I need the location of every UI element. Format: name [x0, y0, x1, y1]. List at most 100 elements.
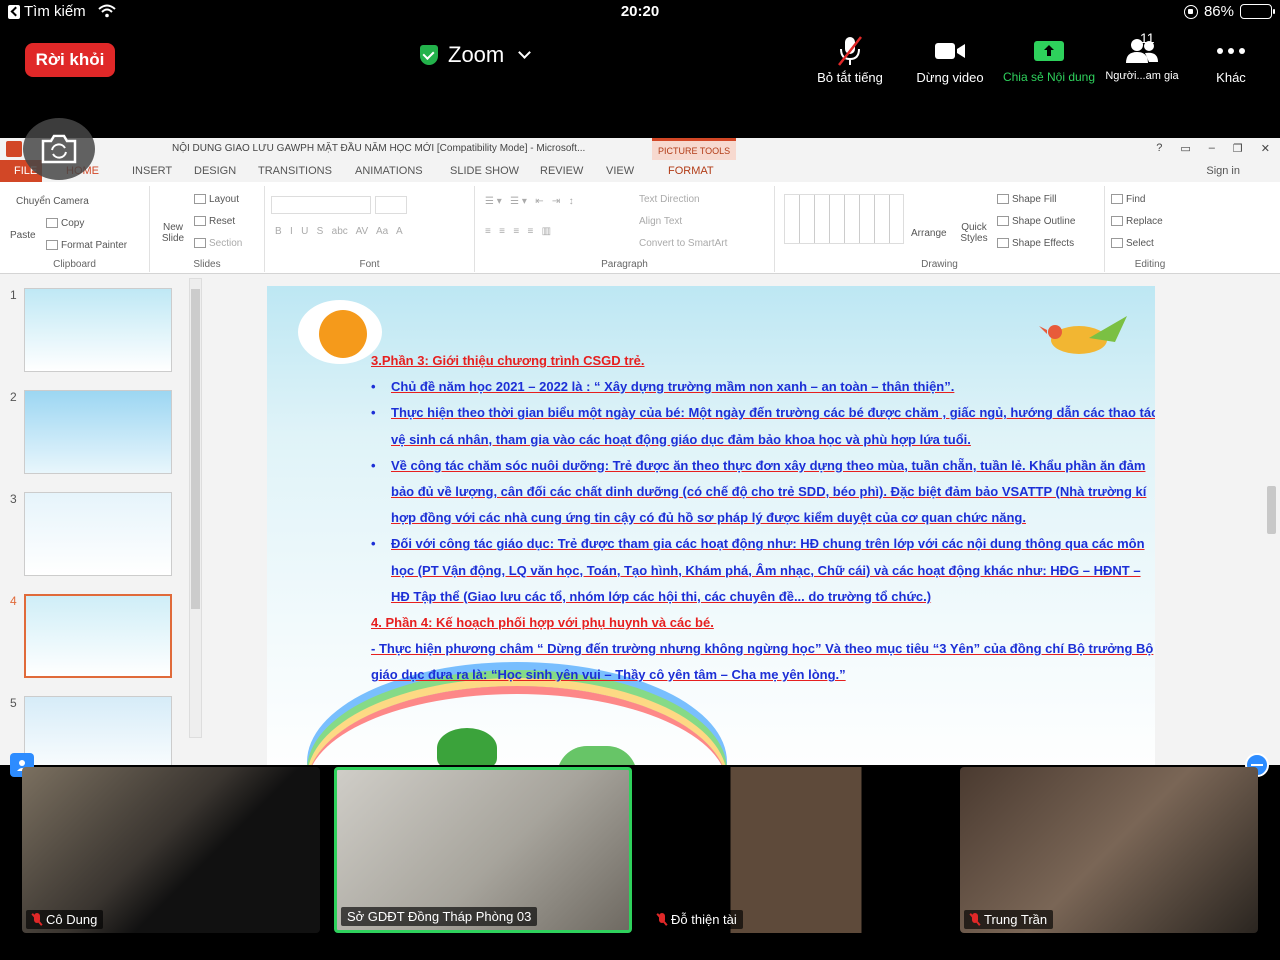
arrange-button[interactable]: Arrange [911, 228, 947, 239]
clock: 20:20 [620, 3, 660, 20]
powerpoint-logo-icon [6, 141, 22, 157]
convert-smartart-button[interactable]: Convert to SmartArt [639, 238, 727, 249]
participant-name: Trung Trần [984, 912, 1048, 927]
restore-icon[interactable]: ❐ [1233, 142, 1243, 155]
participant-name-tag: Trung Trần [964, 910, 1054, 929]
video-camera-icon [935, 43, 965, 59]
text-direction-button[interactable]: Text Direction [639, 194, 700, 205]
close-icon[interactable]: ✕ [1261, 142, 1270, 155]
slide-thumbnail-4[interactable] [24, 594, 172, 678]
mic-muted-icon [970, 913, 980, 926]
stop-video-button[interactable]: Dừng video [908, 34, 992, 85]
font-group-name: Font [359, 259, 380, 270]
tree-illustration [437, 728, 497, 765]
slide-bullet: Thực hiện theo thời gian biểu một ngày c… [371, 400, 1155, 452]
thumbnail-scrollbar[interactable] [189, 278, 202, 738]
camera-switch-icon [41, 134, 77, 164]
help-icon[interactable]: ? [1156, 142, 1162, 155]
video-tile-3[interactable]: Đỗ thiện tài [647, 767, 945, 933]
find-button[interactable]: Find [1111, 194, 1145, 205]
reset-icon [194, 216, 206, 227]
minimize-icon[interactable]: – [1209, 142, 1215, 155]
tab-animations[interactable]: ANIMATIONS [355, 165, 423, 177]
share-content-button[interactable]: Chia sẻ Nội dung [996, 34, 1102, 84]
slide-thumbnail-5[interactable] [24, 696, 172, 765]
toolbar-spacer [0, 92, 1280, 138]
font-name-box[interactable] [271, 196, 371, 214]
picture-tools-label: PICTURE TOOLS [652, 138, 737, 160]
font-size-box[interactable] [375, 196, 407, 214]
tab-transitions[interactable]: TRANSITIONS [258, 165, 332, 177]
tab-slide-show[interactable]: SLIDE SHOW [450, 165, 519, 177]
thumb-number: 1 [10, 288, 17, 302]
thumbnail-scroll-thumb[interactable] [191, 289, 200, 609]
participants-count: 11 [1140, 30, 1155, 46]
zoom-toolbar: Rời khỏi Zoom Bỏ tắt tiếng Dừng video Ch… [0, 26, 1280, 92]
more-button[interactable]: Khác [1204, 34, 1258, 85]
slide-scrollbar[interactable] [1265, 396, 1278, 756]
paragraph-group: ☰ ▾ ☰ ▾ ⇤ ⇥ ↕ ≡ ≡ ≡ ≡ ▥ Text Direction A… [475, 186, 775, 272]
switch-camera-button[interactable] [23, 118, 95, 180]
share-screen-icon [1034, 41, 1064, 61]
shared-screen[interactable]: NỘI DUNG GIAO LƯU GAWPH MẶT ĐẦU NĂM HỌC … [0, 138, 1280, 765]
format-painter-button[interactable]: Format Painter [46, 240, 127, 251]
slide-thumbnail-1[interactable] [24, 288, 172, 372]
leave-button[interactable]: Rời khỏi [25, 43, 115, 77]
shape-outline-button[interactable]: Shape Outline [997, 216, 1075, 227]
tab-insert[interactable]: INSERT [132, 165, 172, 177]
tab-design[interactable]: DESIGN [194, 165, 236, 177]
slide-bullet: Đối với công tác giáo dục: Trẻ được tham… [371, 531, 1155, 610]
list-buttons[interactable]: ☰ ▾ ☰ ▾ ⇤ ⇥ ↕ [485, 196, 574, 207]
mute-all-button[interactable]: Bỏ tắt tiếng [806, 34, 894, 85]
participants-button[interactable]: 11 Người...am gia [1100, 30, 1184, 82]
video-tile-4[interactable]: Trung Trần [960, 767, 1258, 933]
new-slide-button[interactable]: New Slide [158, 222, 188, 244]
shape-fill-button[interactable]: Shape Fill [997, 194, 1056, 205]
slide-scroll-thumb[interactable] [1267, 486, 1276, 534]
tab-view[interactable]: VIEW [606, 165, 634, 177]
paste-button[interactable]: Paste [10, 230, 36, 241]
slide-canvas[interactable]: 3.Phần 3: Giới thiệu chương trình CSGD t… [267, 286, 1155, 765]
section-button[interactable]: Section [194, 238, 242, 249]
slide-thumbnail-3[interactable] [24, 492, 172, 576]
tab-review[interactable]: REVIEW [540, 165, 583, 177]
slide-bullet: Về công tác chăm sóc nuôi dưỡng: Trẻ đượ… [371, 453, 1155, 532]
slide-bullet: Chủ đề năm học 2021 – 2022 là : “ Xây dự… [371, 374, 1155, 400]
shape-effects-button[interactable]: Shape Effects [997, 238, 1074, 249]
select-button[interactable]: Select [1111, 238, 1154, 249]
meeting-title-dropdown[interactable]: Zoom [420, 42, 532, 68]
tab-format[interactable]: FORMAT [668, 165, 714, 177]
slide-thumbnail-pane: 1 2 3 4 5 [0, 274, 205, 765]
quick-styles-button[interactable]: Quick Styles [957, 222, 991, 244]
align-buttons[interactable]: ≡ ≡ ≡ ≡ ▥ [485, 226, 551, 237]
ppt-document-title: NỘI DUNG GIAO LƯU GAWPH MẶT ĐẦU NĂM HỌC … [172, 143, 586, 154]
video-tile-2-active-speaker[interactable]: Sở GDĐT Đồng Tháp Phòng 03 [334, 767, 632, 933]
thumb-number: 3 [10, 492, 17, 506]
slide-heading: 3.Phần 3: Giới thiệu chương trình CSGD t… [371, 353, 645, 368]
slide-text-box[interactable]: 3.Phần 3: Giới thiệu chương trình CSGD t… [371, 348, 1155, 689]
reset-button[interactable]: Reset [194, 216, 235, 227]
replace-button[interactable]: Replace [1111, 216, 1163, 227]
shapes-gallery[interactable] [784, 194, 904, 244]
section-icon [194, 238, 206, 249]
drawing-group: Arrange Quick Styles Shape Fill Shape Ou… [775, 186, 1105, 272]
battery-icon [1240, 4, 1275, 19]
font-format-buttons[interactable]: B I U S abc AV Aa A [275, 226, 403, 237]
slide-thumbnail-2[interactable] [24, 390, 172, 474]
cursor-icon [1111, 238, 1123, 249]
meeting-title: Zoom [448, 42, 505, 67]
paint-bucket-icon [997, 194, 1009, 205]
align-text-button[interactable]: Align Text [639, 216, 682, 227]
video-tile-1[interactable]: Cô Dung [22, 767, 320, 933]
sign-in-link[interactable]: Sign in [1206, 165, 1240, 177]
participant-name: Cô Dung [46, 912, 98, 927]
mic-off-icon [838, 36, 862, 66]
battery-percent: 86% [1203, 3, 1234, 20]
cut-button[interactable]: Chuyển Camera [16, 196, 89, 207]
chevron-down-icon [518, 46, 532, 59]
copy-button[interactable]: Copy [46, 218, 84, 229]
layout-button[interactable]: Layout [194, 194, 239, 205]
ppt-title-bar: NỘI DUNG GIAO LƯU GAWPH MẶT ĐẦU NĂM HỌC … [0, 138, 1280, 160]
ribbon-display-icon[interactable]: ▭ [1180, 142, 1190, 155]
brush-icon [46, 240, 58, 251]
